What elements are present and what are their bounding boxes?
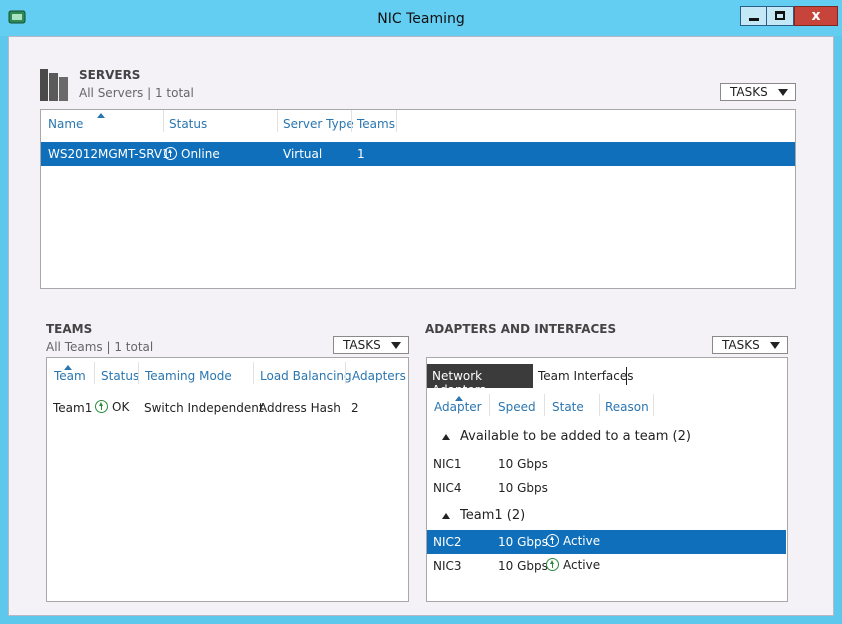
chevron-down-icon bbox=[778, 89, 788, 96]
server-name: WS2012MGMT-SRV1 bbox=[48, 147, 170, 161]
maximize-button[interactable] bbox=[767, 6, 794, 26]
column-divider bbox=[277, 110, 278, 132]
adapter-speed: 10 Gbps bbox=[498, 535, 548, 549]
adapter-speed: 10 Gbps bbox=[498, 457, 548, 471]
column-divider bbox=[489, 394, 490, 416]
column-header-status[interactable]: Status bbox=[101, 369, 139, 383]
column-header-speed[interactable]: Speed bbox=[498, 400, 536, 414]
team-load-balancing: Address Hash bbox=[259, 401, 341, 415]
team-status: OK bbox=[95, 400, 129, 414]
column-divider bbox=[345, 362, 346, 384]
list-item[interactable]: NIC3 10 Gbps Active bbox=[427, 554, 787, 578]
team-status-text: OK bbox=[112, 400, 130, 414]
servers-table: Name Status Server Type Teams WS2012MGMT… bbox=[40, 109, 796, 289]
team-adapters: 2 bbox=[351, 401, 359, 415]
table-row[interactable]: Team1 OK Switch Independent Address Hash… bbox=[47, 396, 408, 420]
list-item[interactable]: NIC4 10 Gbps bbox=[427, 476, 787, 500]
server-teams: 1 bbox=[357, 147, 365, 161]
column-divider bbox=[351, 110, 352, 132]
adapter-speed: 10 Gbps bbox=[498, 481, 548, 495]
servers-tasks-label: TASKS bbox=[730, 85, 768, 99]
sort-ascending-icon bbox=[97, 113, 105, 118]
adapter-state-text: Active bbox=[563, 558, 601, 572]
adapters-tasks-label: TASKS bbox=[722, 338, 760, 352]
title-bar: NIC Teaming x bbox=[0, 0, 842, 36]
column-divider bbox=[544, 394, 545, 416]
teams-section-title: TEAMS bbox=[46, 322, 93, 336]
column-divider bbox=[599, 394, 600, 416]
column-header-status[interactable]: Status bbox=[169, 117, 207, 131]
tab-network-adapters[interactable]: Network Adapters bbox=[427, 364, 533, 397]
teams-table: Team Status Teaming Mode Load Balancing … bbox=[46, 357, 409, 602]
column-header-state[interactable]: State bbox=[552, 400, 584, 414]
column-divider bbox=[138, 362, 139, 384]
tab-divider bbox=[626, 367, 627, 385]
tab-team-interfaces[interactable]: Team Interfaces bbox=[538, 369, 634, 383]
column-divider bbox=[396, 110, 397, 132]
server-type: Virtual bbox=[283, 147, 323, 161]
column-header-team[interactable]: Team bbox=[54, 369, 86, 383]
column-divider bbox=[163, 110, 164, 132]
active-up-arrow-icon bbox=[546, 534, 559, 547]
group-header-team1[interactable]: Team1 (2) bbox=[460, 508, 525, 523]
teams-subtitle: All Teams | 1 total bbox=[46, 340, 154, 354]
servers-subtitle: All Servers | 1 total bbox=[79, 86, 194, 100]
window-title: NIC Teaming bbox=[377, 11, 465, 27]
group-header-available[interactable]: Available to be added to a team (2) bbox=[460, 429, 691, 444]
column-divider bbox=[94, 362, 95, 384]
column-divider bbox=[253, 362, 254, 384]
column-header-teams[interactable]: Teams bbox=[357, 117, 395, 131]
adapter-state-text: Active bbox=[563, 534, 601, 548]
minimize-button[interactable] bbox=[740, 6, 767, 26]
adapter-name: NIC4 bbox=[433, 481, 462, 495]
adapters-section-title: ADAPTERS AND INTERFACES bbox=[425, 322, 617, 336]
team-name: Team1 bbox=[53, 401, 93, 415]
list-item-selected[interactable]: NIC2 10 Gbps Active bbox=[427, 530, 786, 554]
teams-tasks-dropdown[interactable]: TASKS bbox=[333, 336, 409, 354]
close-button[interactable]: x bbox=[794, 6, 838, 26]
adapter-state: Active bbox=[546, 534, 600, 548]
adapter-name: NIC3 bbox=[433, 559, 462, 573]
adapters-panel: Network Adapters Team Interfaces Adapter… bbox=[426, 357, 788, 602]
active-up-arrow-icon bbox=[546, 558, 559, 571]
adapter-name: NIC2 bbox=[433, 535, 462, 549]
group-collapse-icon[interactable] bbox=[442, 434, 450, 440]
tab-network-adapters-label: Network Adapters bbox=[432, 369, 486, 397]
servers-section-title: SERVERS bbox=[79, 68, 141, 82]
column-header-teaming-mode[interactable]: Teaming Mode bbox=[145, 369, 232, 383]
chevron-down-icon bbox=[770, 342, 780, 349]
adapters-tasks-dropdown[interactable]: TASKS bbox=[712, 336, 788, 354]
chevron-down-icon bbox=[391, 342, 401, 349]
minimize-icon bbox=[749, 18, 759, 21]
teams-tasks-label: TASKS bbox=[343, 338, 381, 352]
servers-icon bbox=[40, 69, 68, 101]
online-up-arrow-icon bbox=[164, 147, 177, 160]
ok-up-arrow-icon bbox=[95, 400, 108, 413]
adapter-name: NIC1 bbox=[433, 457, 462, 471]
team-mode: Switch Independent bbox=[144, 401, 264, 415]
column-header-name[interactable]: Name bbox=[48, 117, 83, 131]
server-status: Online bbox=[164, 147, 220, 161]
column-header-server-type[interactable]: Server Type bbox=[283, 117, 354, 131]
server-status-text: Online bbox=[181, 147, 220, 161]
group-collapse-icon[interactable] bbox=[442, 513, 450, 519]
adapter-state: Active bbox=[546, 558, 600, 572]
column-header-load-balancing[interactable]: Load Balancing bbox=[260, 369, 352, 383]
table-row-selected[interactable]: WS2012MGMT-SRV1 Online Virtual 1 bbox=[41, 142, 795, 166]
servers-tasks-dropdown[interactable]: TASKS bbox=[720, 83, 796, 101]
column-divider bbox=[653, 394, 654, 416]
adapter-speed: 10 Gbps bbox=[498, 559, 548, 573]
column-header-adapters[interactable]: Adapters bbox=[352, 369, 406, 383]
close-icon: x bbox=[811, 8, 821, 24]
list-item[interactable]: NIC1 10 Gbps bbox=[427, 452, 787, 476]
client-area: SERVERS All Servers | 1 total TASKS Name… bbox=[8, 36, 834, 616]
column-header-reason[interactable]: Reason bbox=[605, 400, 649, 414]
maximize-icon bbox=[775, 11, 785, 20]
column-header-adapter[interactable]: Adapter bbox=[434, 400, 482, 414]
